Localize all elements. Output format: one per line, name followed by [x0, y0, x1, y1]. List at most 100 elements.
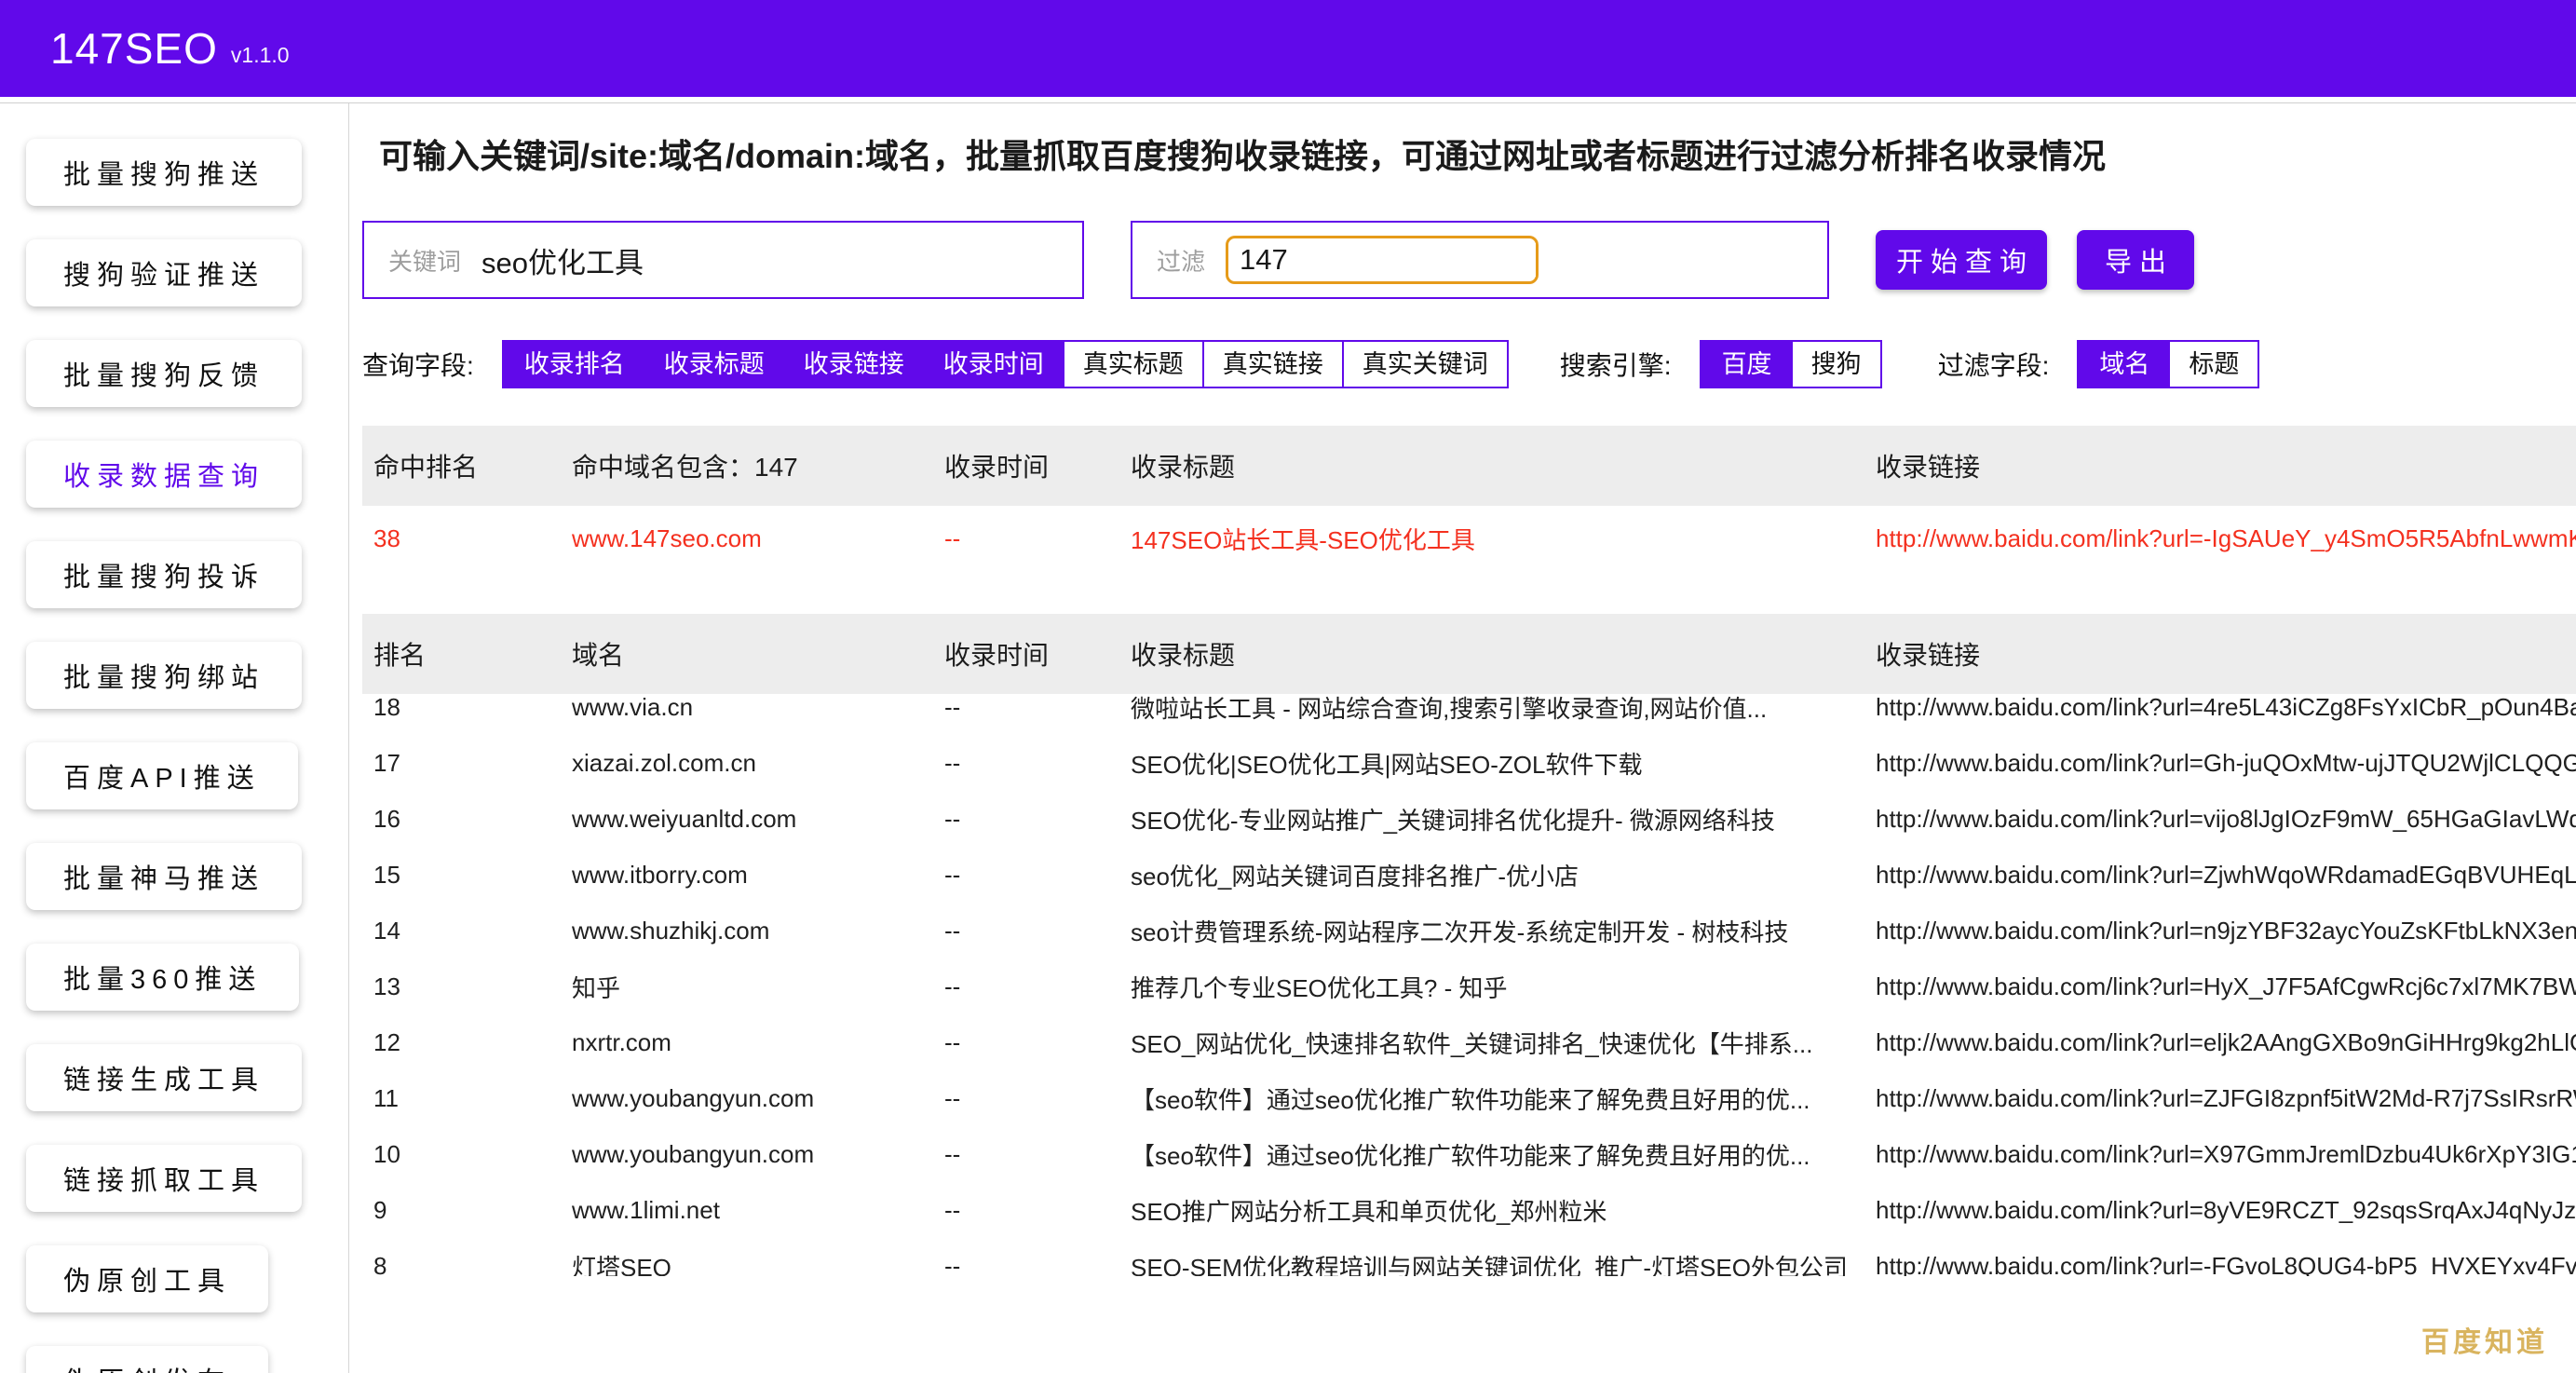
sidebar-item[interactable]: 伪原创发布	[26, 1346, 268, 1373]
rank-cell: 13	[362, 972, 572, 1001]
time-cell: --	[944, 749, 1131, 778]
link-cell[interactable]: http://www.baidu.com/link?url=HyX_J7F5Af…	[1876, 972, 2576, 1001]
toggle-option[interactable]: 收录排名	[504, 342, 644, 387]
sidebar-item[interactable]: 百度API推送	[26, 742, 298, 809]
sidebar-item[interactable]: 批量360推送	[26, 944, 299, 1011]
link-cell[interactable]: http://www.baidu.com/link?url=eljk2AAngG…	[1876, 1028, 2576, 1057]
toggle-option[interactable]: 真实关键词	[1342, 342, 1507, 387]
sidebar-item[interactable]: 伪原创工具	[26, 1245, 268, 1312]
rank-cell: 9	[362, 1196, 572, 1225]
filter-label: 过滤	[1157, 243, 1205, 278]
sidebar-item-label: 批量360推送	[63, 965, 262, 995]
toggle-option[interactable]: 域名	[2079, 342, 2168, 387]
watermark: 百度知道	[2421, 1319, 2548, 1360]
domain-cell: www.via.cn	[572, 694, 944, 722]
sidebar-item[interactable]: 批量搜狗投诉	[26, 541, 302, 608]
table-row: 18 www.via.cn -- 微啦站长工具 - 网站综合查询,搜索引擎收录查…	[362, 694, 2576, 735]
link-cell[interactable]: http://www.baidu.com/link?url=X97GmmJrem…	[1876, 1140, 2576, 1169]
title-cell: SEO推广网站分析工具和单页优化_郑州粒米	[1131, 1193, 1876, 1228]
domain-cell: www.youbangyun.com	[572, 1140, 944, 1169]
sidebar-item-label: 伪原创发布	[63, 1367, 231, 1373]
start-query-button[interactable]: 开始查询	[1876, 230, 2047, 290]
time-cell: --	[944, 917, 1131, 945]
sidebar-item[interactable]: 收录数据查询	[26, 441, 302, 508]
sidebar-item-label: 链接生成工具	[63, 1066, 264, 1095]
time-cell: --	[944, 972, 1131, 1001]
hit-table-body: 38 www.147seo.com -- 147SEO站长工具-SEO优化工具 …	[362, 506, 2576, 571]
link-cell[interactable]: http://www.baidu.com/link?url=4re5L43iCZ…	[1876, 694, 2576, 722]
sidebar-item[interactable]: 链接生成工具	[26, 1044, 302, 1111]
filter-field[interactable]: 过滤	[1131, 221, 1829, 299]
header-cell-rank: 命中排名	[362, 447, 572, 484]
link-cell[interactable]: http://www.baidu.com/link?url=n9jzYBF32a…	[1876, 917, 2576, 945]
header-cell-time: 收录时间	[944, 447, 1131, 484]
table-row: 14 www.shuzhikj.com -- seo计费管理系统-网站程序二次开…	[362, 903, 2576, 958]
table-row: 16 www.weiyuanltd.com -- SEO优化-专业网站推广_关键…	[362, 791, 2576, 847]
link-cell[interactable]: http://www.baidu.com/link?url=ZjwhWqoWRd…	[1876, 861, 2576, 890]
rank-cell: 12	[362, 1028, 572, 1057]
toggle-option[interactable]: 真实标题	[1063, 342, 1202, 387]
sidebar: 批量搜狗推送 搜狗验证推送 批量搜狗反馈 收录数据查询 批量搜狗投诉 批量搜狗绑…	[0, 103, 349, 1373]
table-row: 13 知乎 -- 推荐几个专业SEO优化工具? - 知乎 http://www.…	[362, 958, 2576, 1014]
rank-cell: 15	[362, 861, 572, 890]
title-cell: 【seo软件】通过seo优化推广软件功能来了解免费且好用的优...	[1131, 1081, 1876, 1116]
sidebar-item[interactable]: 搜狗验证推送	[26, 239, 302, 306]
domain-cell: 灯塔SEO	[572, 1249, 944, 1277]
time-cell: --	[944, 694, 1131, 722]
time-cell: --	[944, 805, 1131, 834]
toggle-option[interactable]: 标题	[2168, 342, 2257, 387]
toggle-option[interactable]: 百度	[1702, 342, 1791, 387]
filter-input[interactable]	[1240, 243, 1536, 277]
domain-cell: www.shuzhikj.com	[572, 917, 944, 945]
toggle-option[interactable]: 收录链接	[783, 342, 923, 387]
sidebar-item[interactable]: 批量搜狗推送	[26, 139, 302, 206]
table-row: 11 www.youbangyun.com -- 【seo软件】通过seo优化推…	[362, 1070, 2576, 1126]
link-cell[interactable]: http://www.baidu.com/link?url=-FGvoL8QUG…	[1876, 1252, 2576, 1277]
app-header: 147SEO v1.1.0	[0, 0, 2576, 97]
header-cell-title: 收录标题	[1131, 447, 1876, 484]
sidebar-item[interactable]: 批量神马推送	[26, 843, 302, 910]
title-cell: SEO优化|SEO优化工具|网站SEO-ZOL软件下载	[1131, 746, 1876, 781]
sidebar-item-label: 批量搜狗绑站	[63, 663, 264, 693]
time-cell: --	[944, 1028, 1131, 1057]
keyword-label: 关键词	[388, 243, 461, 278]
time-cell: --	[944, 1196, 1131, 1225]
export-button[interactable]: 导出	[2077, 230, 2194, 290]
toggle-option[interactable]: 收录时间	[923, 342, 1063, 387]
title-cell: 147SEO站长工具-SEO优化工具	[1131, 522, 1876, 556]
link-cell[interactable]: http://www.baidu.com/link?url=Gh-juQOxMt…	[1876, 749, 2576, 778]
sidebar-item[interactable]: 批量搜狗反馈	[26, 340, 302, 407]
sidebar-item-label: 链接抓取工具	[63, 1166, 264, 1196]
link-cell[interactable]: http://www.baidu.com/link?url=ZJFGI8zpnf…	[1876, 1084, 2576, 1113]
header-cell-time: 收录时间	[944, 635, 1131, 673]
app-title: 147SEO	[50, 23, 218, 74]
hit-table-row: 38 www.147seo.com -- 147SEO站长工具-SEO优化工具 …	[362, 506, 2576, 571]
header-cell-link: 收录链接	[1876, 635, 2576, 673]
title-cell: 推荐几个专业SEO优化工具? - 知乎	[1131, 970, 1876, 1004]
header-cell-link: 收录链接	[1876, 447, 2576, 484]
link-cell[interactable]: http://www.baidu.com/link?url=-IgSAUeY_y…	[1876, 524, 2576, 553]
result-table-header: 排名 域名 收录时间 收录标题 收录链接	[362, 614, 2576, 694]
domain-cell: www.itborry.com	[572, 861, 944, 890]
time-cell: --	[944, 524, 1131, 553]
title-cell: seo优化_网站关键词百度排名推广-优小店	[1131, 858, 1876, 892]
domain-cell: www.youbangyun.com	[572, 1084, 944, 1113]
time-cell: --	[944, 1252, 1131, 1277]
filter-input-wrapper	[1226, 236, 1539, 284]
toggle-option[interactable]: 搜狗	[1791, 342, 1880, 387]
link-cell[interactable]: http://www.baidu.com/link?url=8yVE9RCZT_…	[1876, 1196, 2576, 1225]
sidebar-item[interactable]: 链接抓取工具	[26, 1145, 302, 1212]
table-row: 9 www.1limi.net -- SEO推广网站分析工具和单页优化_郑州粒米…	[362, 1182, 2576, 1238]
toggle-option[interactable]: 真实链接	[1202, 342, 1342, 387]
rank-cell: 18	[362, 694, 572, 722]
keyword-input[interactable]	[481, 243, 1058, 277]
sidebar-item[interactable]: 批量搜狗绑站	[26, 642, 302, 709]
link-cell[interactable]: http://www.baidu.com/link?url=vijo8lJgIO…	[1876, 805, 2576, 834]
table-row: 17 xiazai.zol.com.cn -- SEO优化|SEO优化工具|网站…	[362, 735, 2576, 791]
title-cell: SEO优化-专业网站推广_关键词排名优化提升- 微源网络科技	[1131, 802, 1876, 836]
rank-cell: 10	[362, 1140, 572, 1169]
keyword-field[interactable]: 关键词	[362, 221, 1084, 299]
domain-cell: 知乎	[572, 970, 944, 1004]
toggle-option[interactable]: 收录标题	[644, 342, 783, 387]
sidebar-item-label: 收录数据查询	[63, 462, 264, 492]
